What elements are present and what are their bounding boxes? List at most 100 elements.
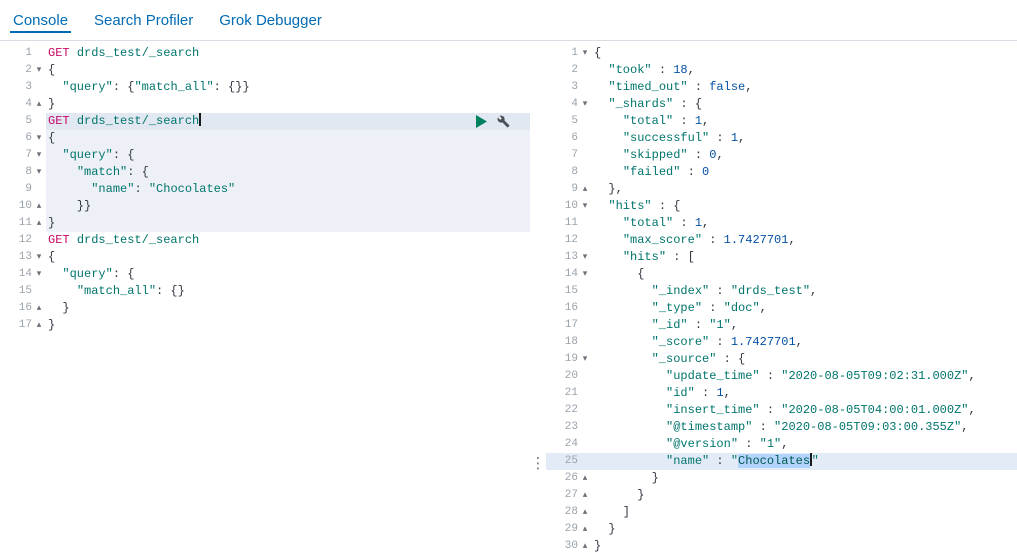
code-text[interactable]: } [46, 300, 530, 317]
fold-expand-icon[interactable]: ▴ [578, 521, 592, 538]
code-text[interactable]: }, [592, 181, 1017, 198]
code-line: 20 "update_time" : "2020-08-05T09:02:31.… [546, 368, 1017, 385]
code-text[interactable]: { [46, 62, 530, 79]
fold-expand-icon[interactable]: ▴ [32, 215, 46, 232]
code-text[interactable]: "successful" : 1, [592, 130, 1017, 147]
fold-expand-icon[interactable]: ▴ [578, 504, 592, 521]
code-text[interactable]: "timed_out" : false, [592, 79, 1017, 96]
line-gutter: 27▴ [546, 487, 592, 504]
code-text[interactable]: ] [592, 504, 1017, 521]
code-text[interactable]: "took" : 18, [592, 62, 1017, 79]
fold-collapse-icon[interactable]: ▾ [578, 96, 592, 113]
request-settings-wrench-button[interactable] [497, 115, 510, 128]
code-text[interactable]: "query": {"match_all": {}} [46, 79, 530, 96]
fold-expand-icon[interactable]: ▴ [32, 96, 46, 113]
code-text[interactable]: "insert_time" : "2020-08-05T04:00:01.000… [592, 402, 1017, 419]
code-text[interactable]: } [592, 487, 1017, 504]
code-text[interactable]: }} [46, 198, 530, 215]
fold-collapse-icon[interactable]: ▾ [32, 62, 46, 79]
fold-collapse-icon[interactable]: ▾ [32, 147, 46, 164]
line-number: 16 [6, 300, 32, 317]
code-text[interactable]: "update_time" : "2020-08-05T09:02:31.000… [592, 368, 1017, 385]
tab-grok-debugger[interactable]: Grok Debugger [206, 0, 335, 40]
code-text[interactable]: "_id" : "1", [592, 317, 1017, 334]
code-text[interactable]: } [46, 96, 530, 113]
send-request-button[interactable] [476, 115, 487, 128]
line-number: 23 [552, 419, 578, 436]
code-text[interactable]: { [592, 45, 1017, 62]
fold-collapse-icon[interactable]: ▾ [578, 351, 592, 368]
fold-collapse-icon[interactable]: ▾ [578, 45, 592, 62]
code-text[interactable]: "@timestamp" : "2020-08-05T09:03:00.355Z… [592, 419, 1017, 436]
code-line: 23 "@timestamp" : "2020-08-05T09:03:00.3… [546, 419, 1017, 436]
code-token: "_source" [652, 352, 717, 366]
line-number: 10 [6, 198, 32, 215]
tab-search-profiler[interactable]: Search Profiler [81, 0, 206, 40]
line-gutter: 29▴ [546, 521, 592, 538]
response-viewer[interactable]: 1▾{2 "took" : 18,3 "timed_out" : false,4… [546, 41, 1017, 559]
line-number: 2 [552, 62, 578, 79]
fold-expand-icon[interactable]: ▴ [578, 538, 592, 555]
code-token: { [594, 267, 644, 281]
code-text[interactable]: "query": { [46, 266, 530, 283]
code-line: 17▴} [0, 317, 530, 334]
code-text[interactable]: { [46, 130, 530, 147]
fold-expand-icon[interactable]: ▴ [32, 300, 46, 317]
fold-expand-icon[interactable]: ▴ [578, 487, 592, 504]
fold-expand-icon[interactable]: ▴ [578, 181, 592, 198]
code-token [594, 420, 666, 434]
line-number: 26 [552, 470, 578, 487]
code-text[interactable]: } [46, 317, 530, 334]
code-text[interactable]: { [46, 249, 530, 266]
code-text[interactable]: { [592, 266, 1017, 283]
code-text[interactable]: "name" : "Chocolates" [592, 453, 1017, 470]
code-text[interactable]: "match_all": {} [46, 283, 530, 300]
code-token: : [709, 335, 731, 349]
fold-expand-icon[interactable]: ▴ [32, 198, 46, 215]
fold-collapse-icon[interactable]: ▾ [32, 164, 46, 181]
code-text[interactable]: "total" : 1, [592, 113, 1017, 130]
code-text[interactable]: "@version" : "1", [592, 436, 1017, 453]
fold-collapse-icon[interactable]: ▾ [578, 249, 592, 266]
fold-collapse-icon[interactable]: ▾ [32, 249, 46, 266]
panel-resizer-handle[interactable]: ⋮ [531, 456, 546, 471]
code-token: , [724, 386, 731, 400]
code-text[interactable]: "hits" : [ [592, 249, 1017, 266]
fold-expand-icon[interactable]: ▴ [578, 470, 592, 487]
code-token: drds_test/_search [77, 46, 199, 60]
code-line: 18 "_score" : 1.7427701, [546, 334, 1017, 351]
fold-collapse-icon[interactable]: ▾ [32, 266, 46, 283]
code-text[interactable]: "_source" : { [592, 351, 1017, 368]
code-text[interactable]: "match": { [46, 164, 530, 181]
code-text[interactable]: "skipped" : 0, [592, 147, 1017, 164]
code-text[interactable]: "total" : 1, [592, 215, 1017, 232]
code-text[interactable]: } [592, 470, 1017, 487]
code-text[interactable]: "_type" : "doc", [592, 300, 1017, 317]
code-text[interactable]: "_index" : "drds_test", [592, 283, 1017, 300]
fold-collapse-icon[interactable]: ▾ [578, 266, 592, 283]
code-text[interactable]: } [592, 521, 1017, 538]
code-text[interactable]: "hits" : { [592, 198, 1017, 215]
code-token: } [594, 471, 659, 485]
fold-expand-icon[interactable]: ▴ [32, 317, 46, 334]
code-text[interactable]: "name": "Chocolates" [46, 181, 530, 198]
tab-console[interactable]: Console [0, 0, 81, 40]
code-text[interactable]: "_shards" : { [592, 96, 1017, 113]
fold-collapse-icon[interactable]: ▾ [32, 130, 46, 147]
code-text[interactable]: GET drds_test/_search [46, 232, 530, 249]
code-text[interactable]: "id" : 1, [592, 385, 1017, 402]
code-text[interactable]: "_score" : 1.7427701, [592, 334, 1017, 351]
line-number: 13 [552, 249, 578, 266]
code-token [48, 182, 91, 196]
code-text[interactable]: GET drds_test/_search [46, 113, 530, 130]
code-text[interactable]: "query": { [46, 147, 530, 164]
code-text[interactable]: "failed" : 0 [592, 164, 1017, 181]
code-text[interactable]: } [592, 538, 1017, 555]
request-editor[interactable]: 1GET drds_test/_search2▾{3 "query": {"ma… [0, 41, 530, 559]
code-token: "match_all" [134, 80, 213, 94]
fold-collapse-icon[interactable]: ▾ [578, 198, 592, 215]
code-token: "total" [623, 216, 673, 230]
code-text[interactable]: } [46, 215, 530, 232]
code-text[interactable]: "max_score" : 1.7427701, [592, 232, 1017, 249]
code-text[interactable]: GET drds_test/_search [46, 45, 530, 62]
